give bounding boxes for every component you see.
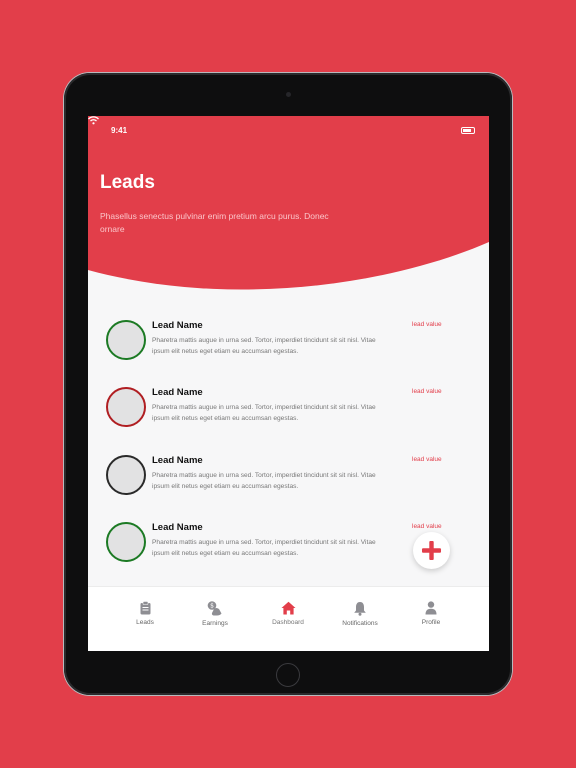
tab-label: Leads: [136, 619, 154, 626]
lead-value: lead value: [412, 523, 442, 530]
lead-name: Lead Name: [152, 455, 203, 466]
bell-icon: [354, 602, 366, 616]
tab-leads[interactable]: Leads: [110, 601, 180, 626]
lead-description: Pharetra mattis augue in urna sed. Torto…: [152, 472, 376, 490]
tab-label: Earnings: [202, 620, 228, 627]
tab-dashboard[interactable]: Dashboard: [253, 601, 323, 626]
header-banner: 9:41 Leads Phasellus senectus pulvinar e…: [88, 116, 489, 316]
tab-label: Notifications: [342, 620, 378, 627]
lead-value: lead value: [412, 321, 442, 328]
money-bag-icon: $: [207, 601, 222, 616]
lead-avatar: [106, 522, 146, 562]
lead-list-item[interactable]: Lead Name Pharetra mattis augue in urna …: [88, 320, 489, 380]
lead-avatar: [106, 455, 146, 495]
lead-value: lead value: [412, 456, 442, 463]
user-icon: [425, 601, 437, 615]
lead-name: Lead Name: [152, 320, 203, 331]
wifi-icon: [88, 116, 99, 125]
status-bar-time: 9:41: [111, 126, 128, 135]
page-title: Leads: [100, 172, 155, 193]
lead-list-item[interactable]: Lead Name Pharetra mattis augue in urna …: [88, 387, 489, 447]
tablet-device-frame: 9:41 Leads Phasellus senectus pulvinar e…: [64, 73, 512, 695]
plus-icon: [422, 541, 441, 560]
add-lead-button[interactable]: [413, 532, 450, 569]
page-subtitle: Phasellus senectus pulvinar enim pretium…: [100, 211, 329, 234]
tab-earnings[interactable]: $ Earnings: [180, 601, 250, 627]
clipboard-icon: [140, 601, 150, 615]
camera-icon: [286, 92, 291, 97]
tab-profile[interactable]: Profile: [396, 601, 466, 626]
lead-description: Pharetra mattis augue in urna sed. Torto…: [152, 404, 376, 422]
lead-name: Lead Name: [152, 387, 203, 398]
bottom-tab-bar: Leads $ Earnings Dashboard Notifications…: [88, 586, 489, 651]
lead-list-item[interactable]: Lead Name Pharetra mattis augue in urna …: [88, 455, 489, 515]
home-button[interactable]: [276, 663, 300, 687]
lead-description: Pharetra mattis augue in urna sed. Torto…: [152, 337, 376, 355]
lead-avatar: [106, 387, 146, 427]
lead-description: Pharetra mattis augue in urna sed. Torto…: [152, 539, 376, 557]
tab-label: Dashboard: [272, 619, 304, 626]
lead-avatar: [106, 320, 146, 360]
lead-name: Lead Name: [152, 522, 203, 533]
tab-notifications[interactable]: Notifications: [325, 601, 395, 627]
lead-value: lead value: [412, 388, 442, 395]
home-icon: [281, 601, 295, 615]
battery-icon: [461, 127, 475, 134]
tab-label: Profile: [421, 619, 441, 626]
svg-text:$: $: [210, 603, 214, 610]
app-screen: 9:41 Leads Phasellus senectus pulvinar e…: [88, 116, 489, 651]
